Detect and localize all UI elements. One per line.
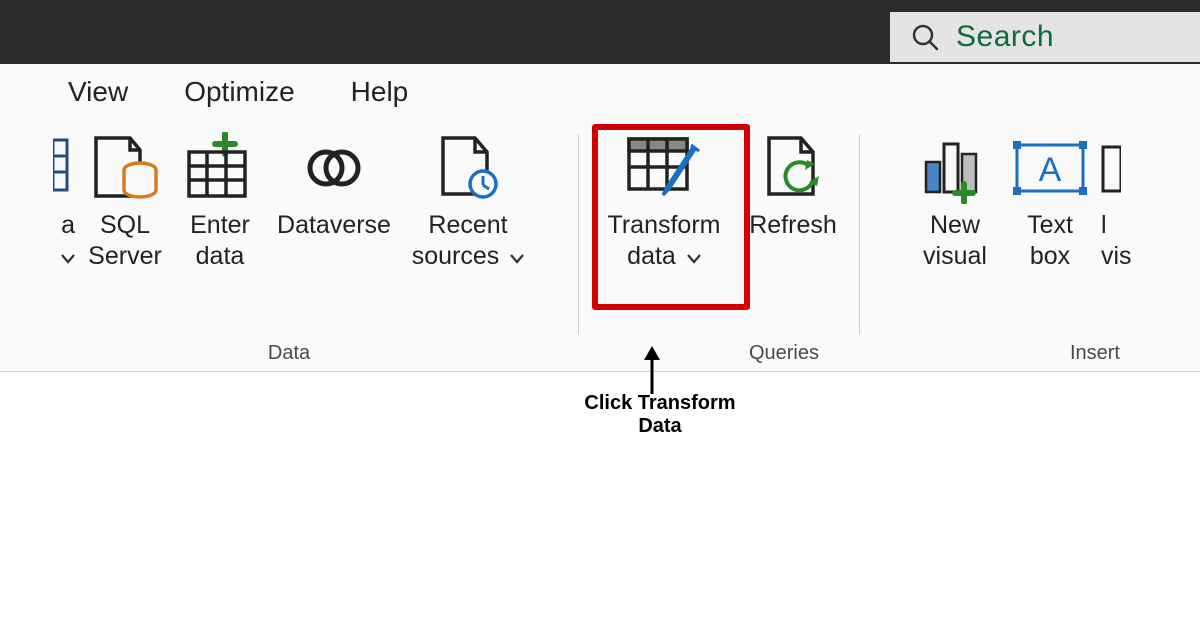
partial-data-button[interactable]: a xyxy=(45,126,75,273)
search-placeholder: Search xyxy=(956,20,1054,54)
svg-text:A: A xyxy=(1039,151,1062,189)
tab-optimize[interactable]: Optimize xyxy=(184,76,294,108)
partial-label: a xyxy=(61,211,75,239)
search-icon xyxy=(910,22,940,52)
annotation-line-1: Click Transform xyxy=(584,392,735,414)
sql-server-icon xyxy=(86,126,164,210)
group-label-queries: Queries xyxy=(749,342,859,371)
transform-data-button[interactable]: Transform data xyxy=(590,126,738,273)
group-label-insert: Insert xyxy=(1070,342,1180,371)
recent-sources-label-2: sources xyxy=(412,242,500,270)
annotation-line-2: Data xyxy=(638,415,681,437)
refresh-label: Refresh xyxy=(749,211,837,239)
enter-data-button[interactable]: Enter data xyxy=(175,126,265,273)
group-label-data: Data xyxy=(268,342,310,371)
recent-sources-icon xyxy=(431,126,505,210)
text-box-icon: A xyxy=(1009,126,1091,210)
new-visual-label-1: New xyxy=(930,211,980,239)
transform-data-icon xyxy=(621,126,707,210)
text-box-label-2: box xyxy=(1030,242,1070,270)
partial-right-label-1: l xyxy=(1101,211,1107,239)
tab-help[interactable]: Help xyxy=(351,76,409,108)
text-box-button[interactable]: A Text box xyxy=(1005,126,1095,273)
sql-server-label-2: Server xyxy=(88,242,162,270)
chevron-down-icon xyxy=(687,241,701,272)
text-box-label-1: Text xyxy=(1027,211,1073,239)
enter-data-label-1: Enter xyxy=(190,211,250,239)
refresh-icon xyxy=(757,126,829,210)
chevron-down-icon xyxy=(61,241,75,272)
refresh-button[interactable]: Refresh xyxy=(738,126,848,273)
ribbon-tabs: View Optimize Help xyxy=(0,64,1200,120)
new-visual-icon xyxy=(916,126,994,210)
enter-data-icon xyxy=(183,126,257,210)
dataverse-icon xyxy=(292,126,376,210)
search-box[interactable]: Search xyxy=(890,12,1200,62)
recent-sources-button[interactable]: Recent sources xyxy=(403,126,533,273)
group-insert: New visual A Text xyxy=(860,120,1180,371)
annotation-text: Click Transform Data xyxy=(560,392,760,438)
partial-icon xyxy=(53,126,75,210)
partial-right-icon xyxy=(1101,126,1121,210)
chevron-down-icon xyxy=(510,241,524,272)
group-queries: Transform data xyxy=(579,120,859,371)
ribbon: a SQL Server xyxy=(0,120,1200,372)
transform-data-label-2: data xyxy=(627,242,676,270)
transform-data-label-1: Transform xyxy=(608,211,721,239)
annotation-arrow xyxy=(640,346,664,396)
dataverse-label: Dataverse xyxy=(277,211,391,239)
partial-right-label-2: vis xyxy=(1101,242,1132,270)
enter-data-label-2: data xyxy=(196,242,245,270)
partial-more-visuals-button[interactable]: l vis xyxy=(1095,126,1135,273)
recent-sources-label-1: Recent xyxy=(428,211,507,239)
tab-view[interactable]: View xyxy=(68,76,128,108)
new-visual-label-2: visual xyxy=(923,242,987,270)
new-visual-button[interactable]: New visual xyxy=(905,126,1005,273)
dataverse-button[interactable]: Dataverse xyxy=(265,126,403,273)
sql-server-label-1: SQL xyxy=(100,211,150,239)
group-data: a SQL Server xyxy=(0,120,578,371)
sql-server-button[interactable]: SQL Server xyxy=(75,126,175,273)
title-bar: Search xyxy=(0,0,1200,64)
